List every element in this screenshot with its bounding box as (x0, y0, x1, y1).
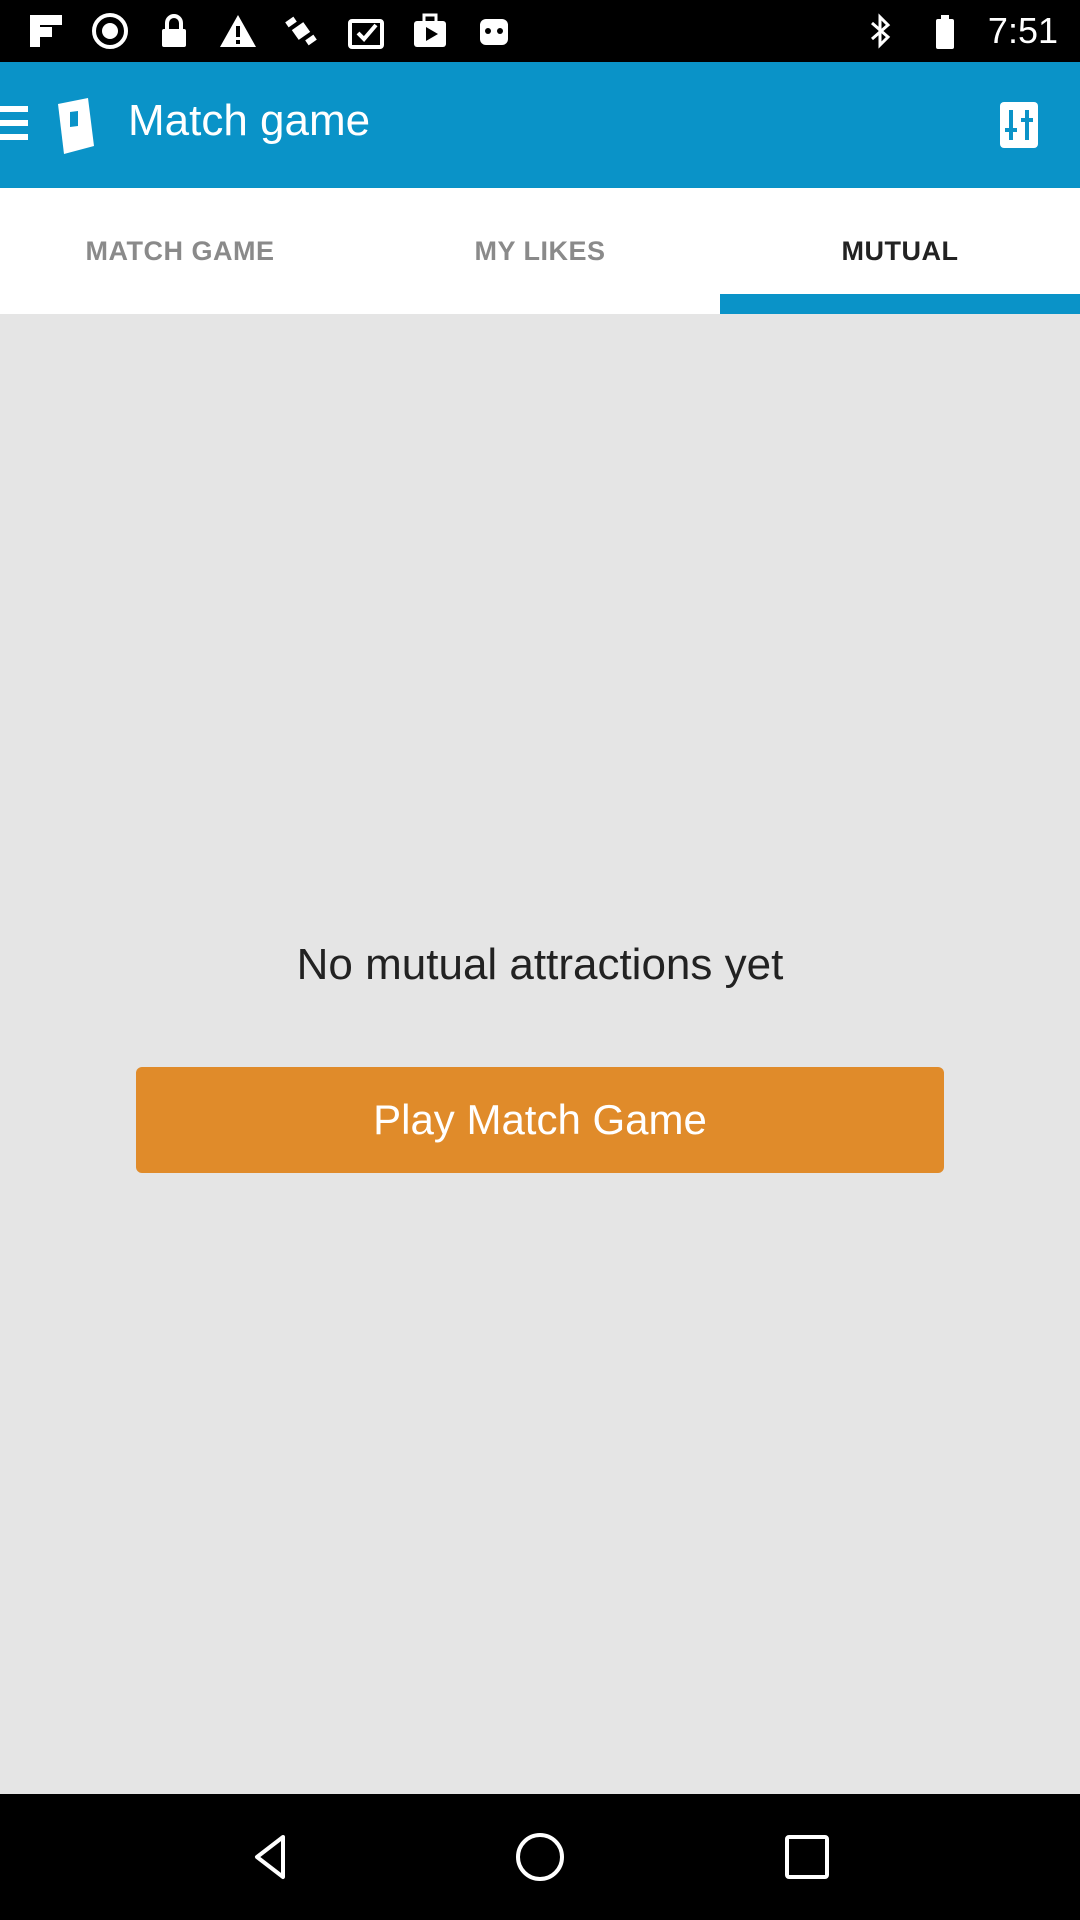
active-tab-indicator (720, 294, 1080, 314)
app-title: Match game (128, 96, 371, 145)
menu-icon[interactable] (0, 106, 30, 144)
empty-state-message: No mutual attractions yet (296, 940, 784, 989)
battery-icon (924, 11, 964, 51)
tab-my-likes[interactable]: MY LIKES (360, 188, 720, 314)
android-icon (474, 11, 514, 51)
app-logo-icon[interactable] (48, 92, 102, 160)
play-store-icon (410, 11, 450, 51)
status-bar: 7:51 (0, 0, 1080, 62)
tab-label: MY LIKES (474, 235, 606, 266)
tab-bar: MATCH GAME MY LIKES MUTUAL (0, 188, 1080, 314)
status-right: 7:51 (860, 10, 1080, 52)
bluetooth-icon (860, 11, 900, 51)
tab-match-game[interactable]: MATCH GAME (0, 188, 360, 314)
back-icon[interactable] (233, 1817, 313, 1897)
lock-icon (154, 11, 194, 51)
tab-label: MATCH GAME (85, 235, 275, 266)
warning-icon (218, 11, 258, 51)
home-icon[interactable] (500, 1817, 580, 1897)
tab-mutual[interactable]: MUTUAL (720, 188, 1080, 314)
tab-label: MUTUAL (841, 235, 959, 266)
fake-gps-icon (282, 11, 322, 51)
flipboard-icon (26, 11, 66, 51)
filter-sliders-icon[interactable] (994, 100, 1044, 150)
navigation-bar (0, 1794, 1080, 1920)
status-left (0, 11, 514, 51)
status-time: 7:51 (987, 10, 1058, 51)
screen: 7:51 Match game MATCH GAME MY LIKES MUTU… (0, 0, 1080, 1920)
circle-icon (90, 11, 130, 51)
recents-icon[interactable] (767, 1817, 847, 1897)
app-bar: Match game (0, 62, 1080, 188)
play-match-game-button[interactable]: Play Match Game (136, 1067, 944, 1173)
clipboard-check-icon (346, 11, 386, 51)
mutual-content: No mutual attractions yet Play Match Gam… (0, 314, 1080, 1794)
